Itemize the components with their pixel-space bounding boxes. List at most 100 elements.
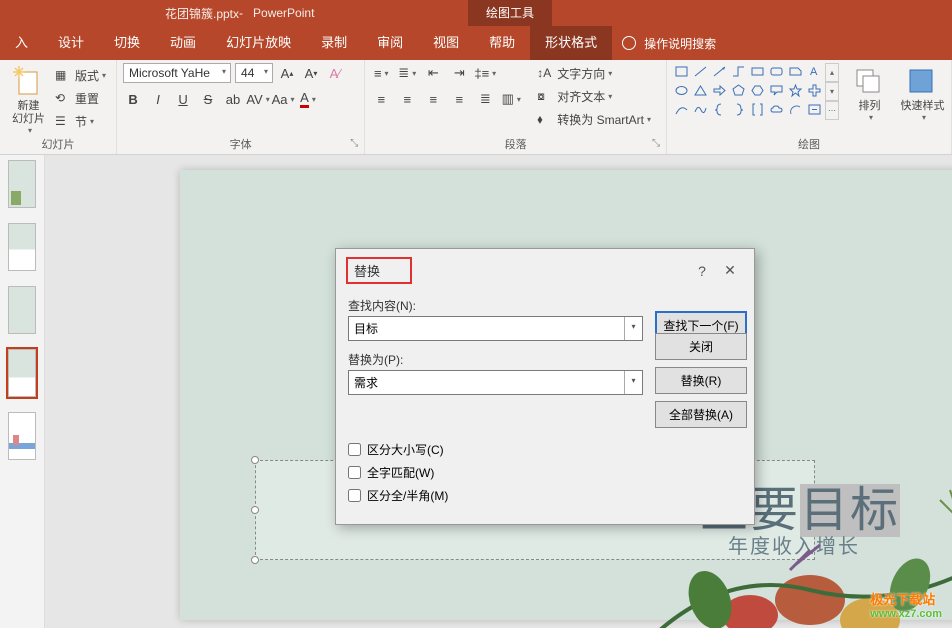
shape-rectangle-icon[interactable] (749, 63, 766, 80)
increase-indent-button[interactable]: ⇥ (449, 63, 469, 83)
slide-thumb-3[interactable] (8, 286, 36, 334)
tab-view[interactable]: 视图 (418, 26, 474, 60)
tab-slideshow[interactable]: 幻灯片放映 (211, 26, 306, 60)
new-slide-button[interactable]: 新建 幻灯片 ▾ (6, 63, 51, 136)
arrange-button[interactable]: 排列▾ (847, 63, 892, 123)
tab-shape-format[interactable]: 形状格式 (530, 26, 612, 60)
align-right-button[interactable]: ≡ (423, 89, 443, 109)
find-input[interactable]: 目标▾ (348, 316, 643, 341)
paragraph-dialog-launcher[interactable]: ⤡ (649, 137, 663, 151)
shape-brace-left-icon[interactable] (711, 101, 728, 118)
justify-button[interactable]: ≡ (449, 89, 469, 109)
whole-word-checkbox[interactable]: 全字匹配(W) (348, 464, 742, 481)
align-center-button[interactable]: ≡ (397, 89, 417, 109)
shape-plus-icon[interactable] (806, 82, 823, 99)
slide-thumb-2[interactable] (8, 223, 36, 271)
change-case-button[interactable]: Aa▾ (273, 89, 293, 109)
dialog-help-button[interactable]: ? (688, 263, 716, 279)
shape-cloud-icon[interactable] (768, 101, 785, 118)
font-size-combo[interactable]: 44▾ (235, 63, 273, 83)
shape-textbox-icon[interactable] (673, 63, 690, 80)
app-name: PowerPoint (253, 6, 314, 20)
distribute-button[interactable]: ≣ (475, 89, 495, 109)
match-width-checkbox[interactable]: 区分全/半角(M) (348, 487, 742, 504)
line-spacing-button[interactable]: ‡≡▾ (475, 63, 495, 83)
tab-record[interactable]: 录制 (306, 26, 362, 60)
italic-button[interactable]: I (148, 89, 168, 109)
tab-insert[interactable]: 入 (0, 26, 43, 60)
convert-smartart-button[interactable]: ⬧转换为 SmartArt▾ (533, 109, 655, 130)
section-button[interactable]: ☰节▾ (51, 111, 110, 132)
dialog-title-bar[interactable]: 替换 ? ✕ (336, 249, 754, 292)
shape-curve-icon[interactable] (673, 101, 690, 118)
shape-oval-icon[interactable] (673, 82, 690, 99)
replace-input[interactable]: 需求▾ (348, 370, 643, 395)
shape-text-icon[interactable]: A (806, 63, 823, 80)
text-direction-button[interactable]: ↕A文字方向▾ (533, 63, 655, 84)
chevron-down-icon[interactable]: ▾ (624, 317, 642, 340)
slide-thumb-4[interactable] (8, 349, 36, 397)
underline-button[interactable]: U (173, 89, 193, 109)
decrease-font-icon[interactable]: A▾ (301, 63, 321, 83)
title-bar: 花团锦簇.pptx - PowerPoint 绘图工具 (0, 0, 952, 26)
shape-arc-icon[interactable] (787, 101, 804, 118)
shape-connector-icon[interactable] (730, 63, 747, 80)
font-dialog-launcher[interactable]: ⤡ (347, 137, 361, 151)
align-text-icon: ⧇ (537, 89, 553, 105)
shape-right-arrow-icon[interactable] (711, 82, 728, 99)
shape-pentagon-icon[interactable] (730, 82, 747, 99)
char-spacing-button[interactable]: AV▾ (248, 89, 268, 109)
tab-transitions[interactable]: 切换 (99, 26, 155, 60)
shape-triangle-icon[interactable] (692, 82, 709, 99)
reset-button[interactable]: ⟲重置 (51, 88, 110, 109)
tell-me-search[interactable]: 操作说明搜索 (622, 35, 716, 52)
dialog-title: 替换 (346, 257, 412, 284)
shape-arrow-line-icon[interactable] (711, 63, 728, 80)
chevron-down-icon[interactable]: ▾ (624, 371, 642, 394)
align-left-button[interactable]: ≡ (371, 89, 391, 109)
close-button[interactable]: 关闭 (655, 333, 747, 360)
strikethrough-button[interactable]: S (198, 89, 218, 109)
shape-callout-icon[interactable] (768, 82, 785, 99)
tab-design[interactable]: 设计 (43, 26, 99, 60)
shape-action-icon[interactable] (806, 101, 823, 118)
quick-styles-icon (906, 66, 938, 98)
font-color-button[interactable]: A▾ (298, 89, 318, 109)
layout-button[interactable]: ▦版式▾ (51, 65, 110, 86)
replace-button[interactable]: 替换(R) (655, 367, 747, 394)
shape-line-icon[interactable] (692, 63, 709, 80)
tab-help[interactable]: 帮助 (474, 26, 530, 60)
align-text-button[interactable]: ⧇对齐文本▾ (533, 86, 655, 107)
quick-styles-button[interactable]: 快速样式▾ (900, 63, 945, 123)
match-case-checkbox[interactable]: 区分大小写(C) (348, 441, 742, 458)
slide-thumb-1[interactable] (8, 160, 36, 208)
contextual-tab-label: 绘图工具 (468, 0, 552, 26)
tab-review[interactable]: 审阅 (362, 26, 418, 60)
shape-snip-rect-icon[interactable] (787, 63, 804, 80)
slide-thumb-5[interactable] (8, 412, 36, 460)
bullets-button[interactable]: ≡▾ (371, 63, 391, 83)
group-label-drawing: 绘图 (667, 136, 951, 152)
bold-button[interactable]: B (123, 89, 143, 109)
shape-star-icon[interactable] (787, 82, 804, 99)
ribbon: 新建 幻灯片 ▾ ▦版式▾ ⟲重置 ☰节▾ 幻灯片 Microsoft YaHe… (0, 60, 952, 155)
shape-hexagon-icon[interactable] (749, 82, 766, 99)
shape-rounded-rect-icon[interactable] (768, 63, 785, 80)
shape-freeform-icon[interactable] (692, 101, 709, 118)
shape-brace-right-icon[interactable] (730, 101, 747, 118)
numbering-button[interactable]: ≣▾ (397, 63, 417, 83)
tab-animations[interactable]: 动画 (155, 26, 211, 60)
increase-font-icon[interactable]: A▴ (277, 63, 297, 83)
columns-button[interactable]: ▥▾ (501, 89, 521, 109)
font-name-combo[interactable]: Microsoft YaHe▾ (123, 63, 231, 83)
dialog-close-button[interactable]: ✕ (716, 262, 744, 279)
gallery-scroll[interactable]: ▴▾⋯ (825, 63, 839, 120)
new-slide-icon (13, 66, 45, 98)
shape-bracket-icon[interactable] (749, 101, 766, 118)
clear-formatting-icon[interactable]: A⁄ (325, 63, 345, 83)
group-drawing: A ▴▾⋯ (667, 60, 952, 154)
decrease-indent-button[interactable]: ⇤ (423, 63, 443, 83)
text-shadow-button[interactable]: ab (223, 89, 243, 109)
shapes-gallery[interactable]: A (673, 63, 823, 120)
replace-all-button[interactable]: 全部替换(A) (655, 401, 747, 428)
